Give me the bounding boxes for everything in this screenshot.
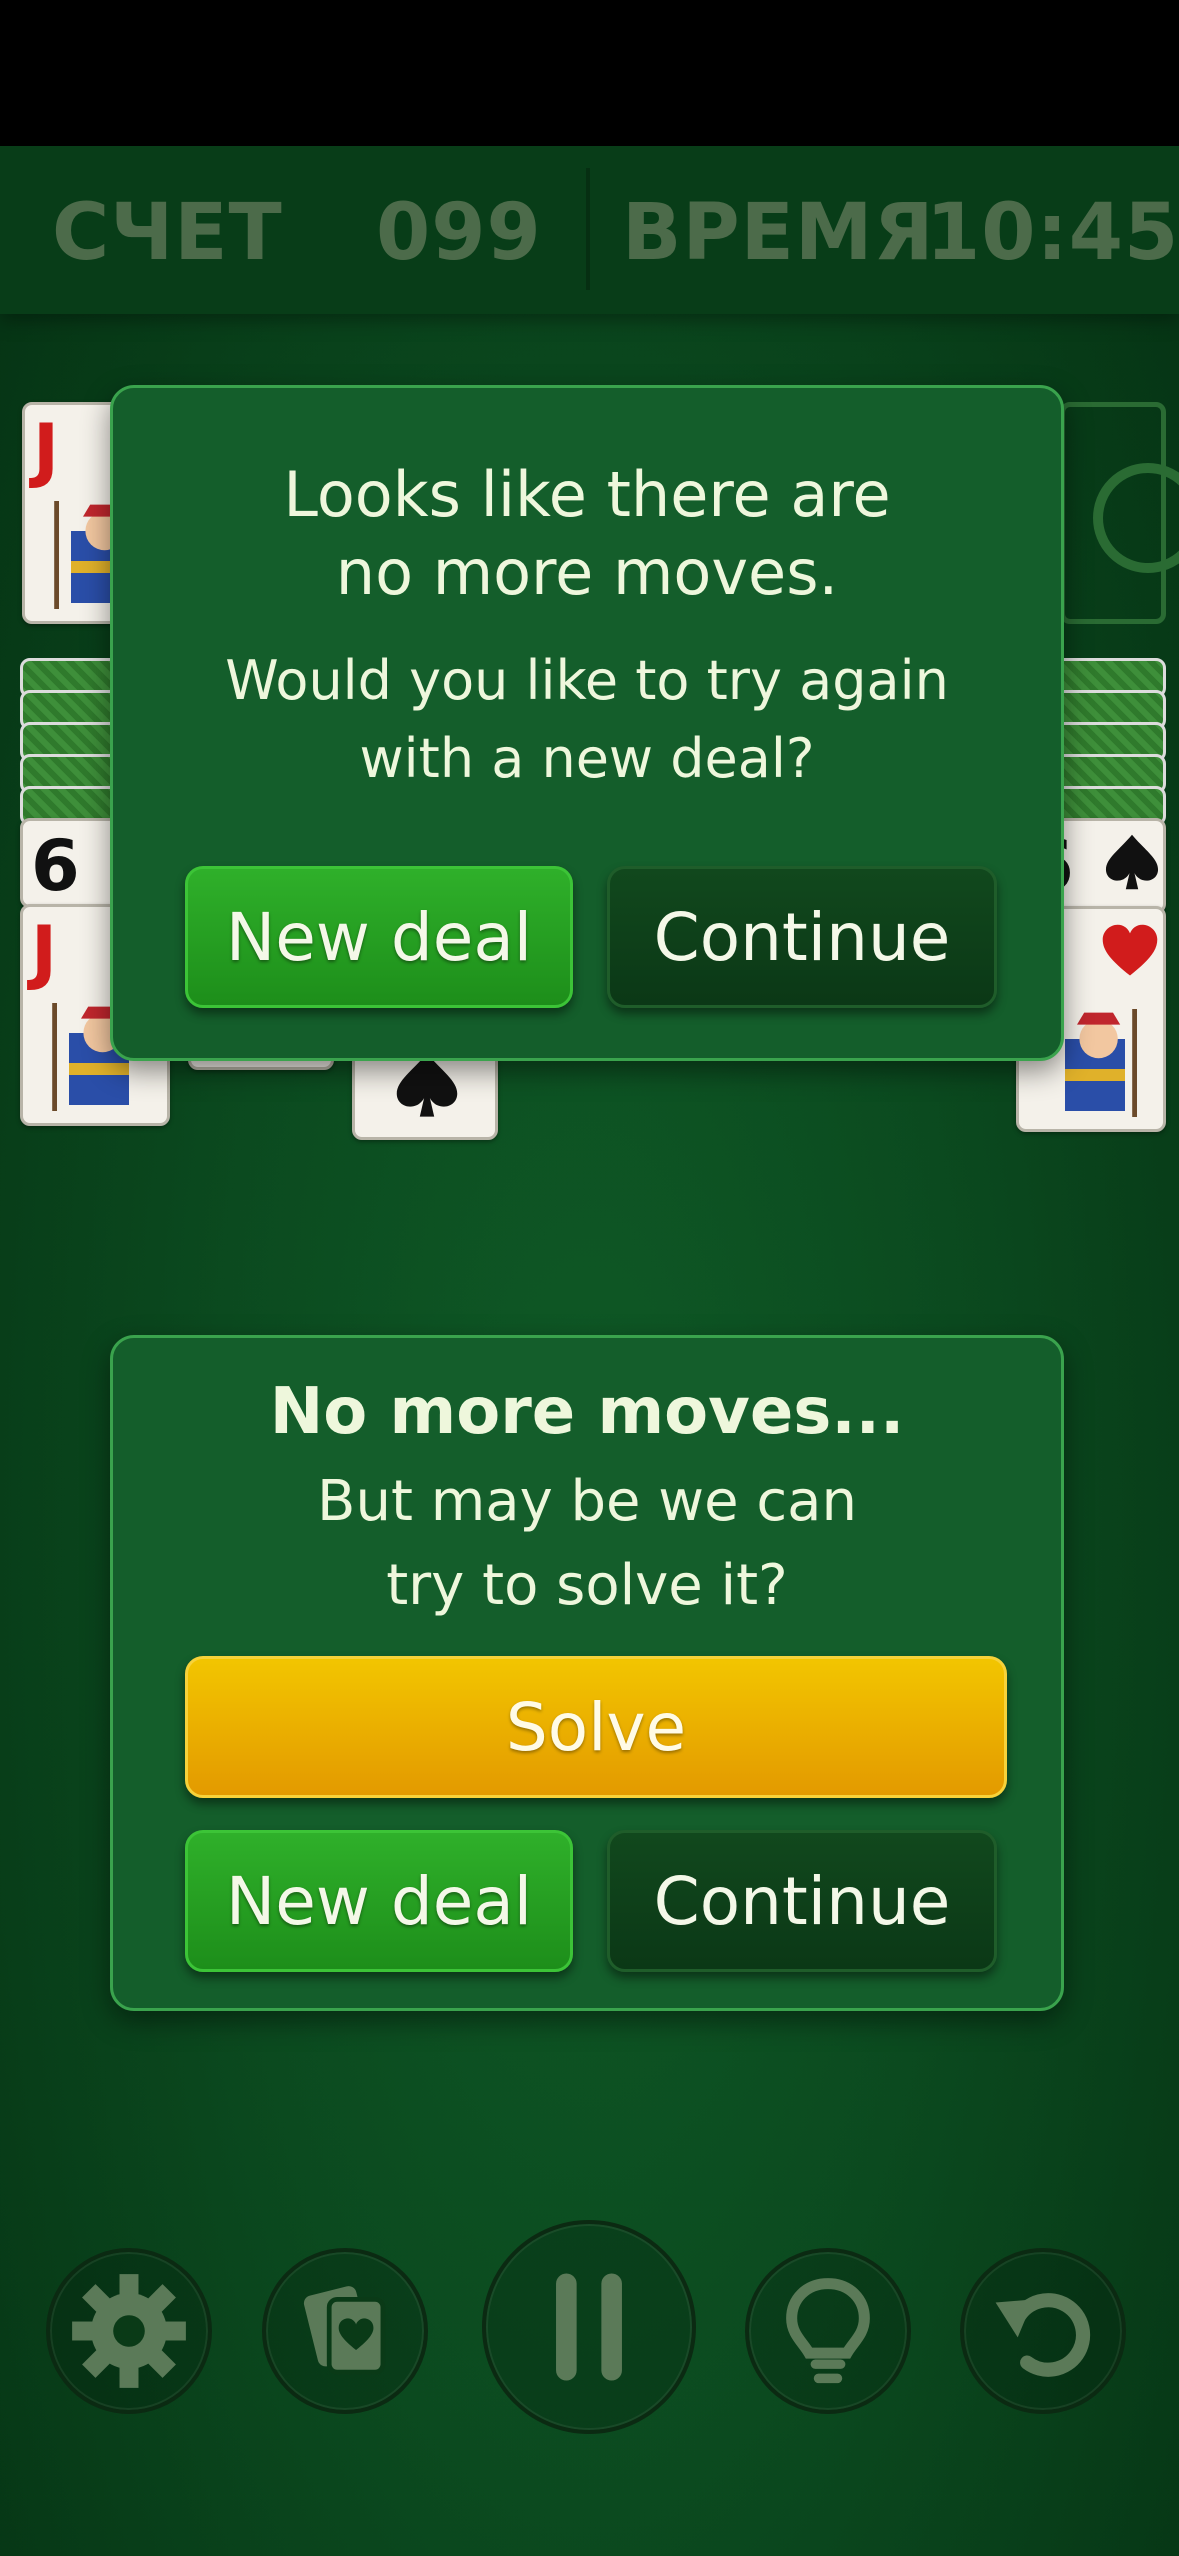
no-moves-dialog: Looks like there are no more moves. Woul… (110, 385, 1064, 1061)
foundation-slot[interactable] (1060, 402, 1179, 624)
status-bar (0, 0, 1179, 146)
solve-dialog-title: No more moves... (269, 1375, 905, 1449)
spade-icon (1105, 834, 1159, 890)
score-value: 099 (376, 188, 542, 278)
settings-button[interactable] (46, 2248, 212, 2414)
cards-button[interactable] (262, 2248, 428, 2414)
card-rank: J (33, 409, 60, 491)
heart-icon (1102, 924, 1158, 976)
lightbulb-icon (786, 2278, 870, 2384)
new-deal-button[interactable]: New deal (185, 866, 573, 1008)
card-rank: J (31, 911, 58, 993)
new-deal-button[interactable]: New deal (185, 1830, 573, 1972)
dialog-message-line2: with a new deal? (359, 727, 815, 790)
hint-button[interactable] (745, 2248, 911, 2414)
undo-icon (995, 2293, 1091, 2377)
cards-icon (303, 2286, 386, 2375)
gear-icon (72, 2274, 186, 2388)
card-rank: 6 (31, 825, 80, 907)
dialog-title-line1: Looks like there are (283, 458, 891, 531)
continue-button[interactable]: Continue (607, 1830, 997, 1972)
dialog-message-line1: Would you like to try again (225, 649, 949, 712)
undo-button[interactable] (960, 2248, 1126, 2414)
score-label: СЧЕТ (52, 188, 283, 278)
solve-dialog: No more moves... But may be we can try t… (110, 1335, 1064, 2011)
pause-icon (556, 2273, 622, 2381)
pause-button[interactable] (482, 2220, 696, 2434)
slot-ring-icon (1093, 463, 1179, 573)
score-time-bar: СЧЕТ 099 ВРЕМЯ 10:45 (0, 146, 1179, 314)
solve-dialog-line1: But may be we can (317, 1469, 857, 1534)
header-divider (586, 168, 590, 290)
time-label: ВРЕМЯ (622, 188, 935, 278)
solve-button[interactable]: Solve (185, 1656, 1007, 1798)
dialog-title-line2: no more moves. (335, 536, 839, 609)
continue-button[interactable]: Continue (607, 866, 997, 1008)
time-value: 10:45 (926, 188, 1179, 278)
solve-dialog-line2: try to solve it? (386, 1553, 788, 1618)
